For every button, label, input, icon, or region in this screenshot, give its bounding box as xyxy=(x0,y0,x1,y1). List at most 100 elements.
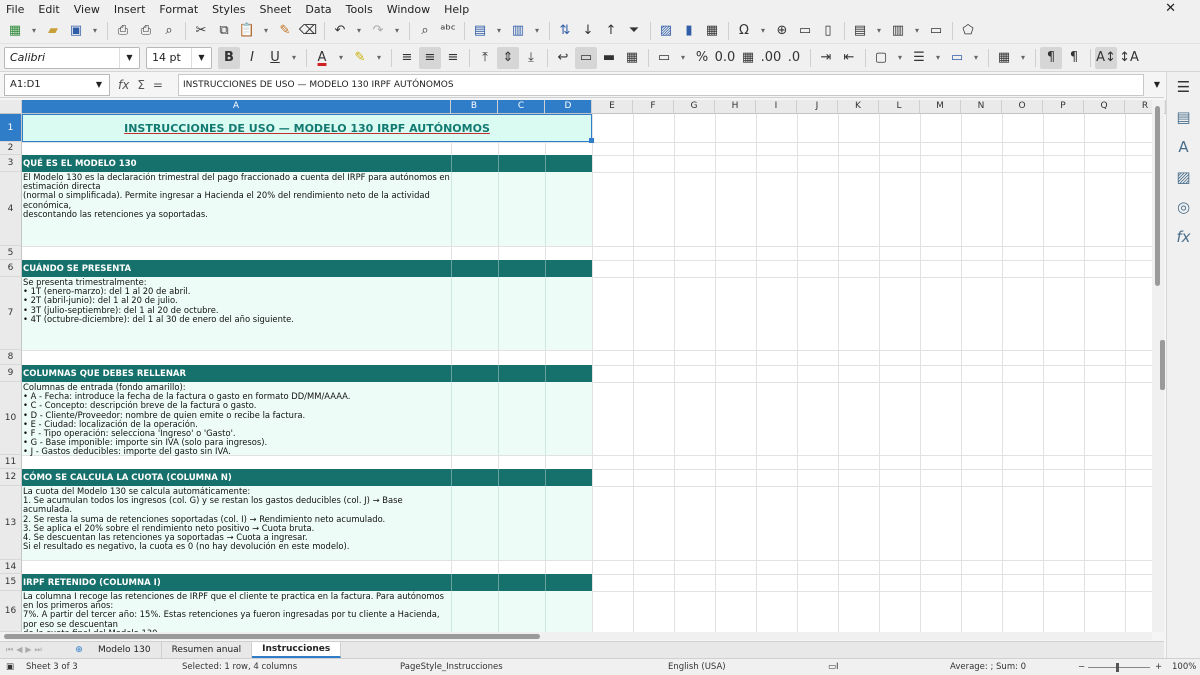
unmerge-cells-icon[interactable]: ▦ xyxy=(621,47,643,69)
zoom-slider[interactable] xyxy=(1088,667,1150,668)
status-language[interactable]: English (USA) xyxy=(668,662,726,672)
comment-icon[interactable]: ▭ xyxy=(794,20,816,42)
define-print-area-icon[interactable]: ▤ xyxy=(849,20,871,42)
column-header-h[interactable]: H xyxy=(715,100,756,114)
selection-fill-handle[interactable] xyxy=(589,138,594,143)
row-header-11[interactable]: 11 xyxy=(0,455,22,469)
menu-format[interactable]: Format xyxy=(159,3,198,16)
section-header-cell[interactable]: CÓMO SE CALCULA LA CUOTA (COLUMNA N) xyxy=(22,469,592,486)
formula-icon[interactable]: = xyxy=(153,78,163,92)
insert-chart-icon[interactable]: ▮ xyxy=(678,20,700,42)
menu-tools[interactable]: Tools xyxy=(346,3,373,16)
chevron-down-icon[interactable]: ▼ xyxy=(191,47,211,68)
borders-icon[interactable]: ▢ xyxy=(870,47,892,69)
sidebar-collapse-handle[interactable] xyxy=(1160,340,1165,390)
row-header-15[interactable]: 15 xyxy=(0,574,22,591)
status-page-style[interactable]: PageStyle_Instrucciones xyxy=(400,662,503,672)
print-preview-icon[interactable]: ⌕ xyxy=(158,20,180,42)
row-header-10[interactable]: 10 xyxy=(0,382,22,455)
column-header-e[interactable]: E xyxy=(592,100,633,114)
currency-format-icon[interactable]: ▭ xyxy=(653,47,675,69)
close-document-icon[interactable]: ✕ xyxy=(1165,1,1176,16)
border-color-dropdown-icon[interactable]: ▾ xyxy=(969,47,983,69)
last-sheet-icon[interactable]: ⏭ xyxy=(35,645,42,655)
document-modified-icon[interactable]: ▣ xyxy=(6,662,14,672)
section-header-cell[interactable]: COLUMNAS QUE DEBES RELLENAR xyxy=(22,365,592,382)
sum-icon[interactable]: Σ xyxy=(137,78,145,92)
align-top-icon[interactable]: ⤒ xyxy=(474,47,496,69)
add-sheet-icon[interactable]: ⊕ xyxy=(70,645,88,655)
row-header-14[interactable]: 14 xyxy=(0,560,22,574)
font-name-combo[interactable]: Calibri ▼ xyxy=(4,46,140,69)
text-flow-vertical-icon[interactable]: ↕A xyxy=(1118,47,1140,69)
freeze-dropdown-icon[interactable]: ▾ xyxy=(910,20,924,42)
column-header-i[interactable]: I xyxy=(756,100,797,114)
row-header-3[interactable]: 3 xyxy=(0,155,22,172)
print-icon[interactable]: ⎙ xyxy=(135,20,157,42)
tab-modelo-130[interactable]: Modelo 130 xyxy=(88,642,162,658)
vertical-scroll-thumb[interactable] xyxy=(1155,106,1160,286)
underline-icon[interactable]: U xyxy=(264,47,286,69)
save-icon[interactable]: ▣ xyxy=(65,20,87,42)
section-body-cell[interactable]: Columnas de entrada (fondo amarillo): • … xyxy=(22,382,592,456)
menu-sheet[interactable]: Sheet xyxy=(260,3,292,16)
row-icon[interactable]: ▤ xyxy=(469,20,491,42)
styles-icon[interactable]: A xyxy=(1178,138,1188,156)
open-folder-icon[interactable]: ▰ xyxy=(42,20,64,42)
section-header-cell[interactable]: IRPF RETENIDO (COLUMNA I) xyxy=(22,574,592,591)
column-header-d[interactable]: D xyxy=(545,100,592,114)
column-header-o[interactable]: O xyxy=(1002,100,1043,114)
conditional-format-icon[interactable]: ▦ xyxy=(993,47,1015,69)
increase-indent-icon[interactable]: ⇥ xyxy=(815,47,837,69)
formula-input[interactable]: INSTRUCCIONES DE USO — MODELO 130 IRPF A… xyxy=(178,73,1144,96)
currency-dropdown-icon[interactable]: ▾ xyxy=(676,47,690,69)
column-header-j[interactable]: J xyxy=(797,100,838,114)
clear-formatting-icon[interactable]: ⌫ xyxy=(297,20,319,42)
row-header-2[interactable]: 2 xyxy=(0,142,22,155)
row-header-8[interactable]: 8 xyxy=(0,350,22,365)
percent-format-icon[interactable]: % xyxy=(691,47,713,69)
column-header-c[interactable]: C xyxy=(498,100,545,114)
italic-icon[interactable]: I xyxy=(241,47,263,69)
find-replace-icon[interactable]: ⌕ xyxy=(414,20,436,42)
section-header-cell[interactable]: QUÉ ES EL MODELO 130 xyxy=(22,155,592,172)
align-center-icon[interactable]: ≡ xyxy=(419,46,441,69)
highlight-dropdown-icon[interactable]: ▾ xyxy=(372,47,386,69)
column-header-k[interactable]: K xyxy=(838,100,879,114)
borders-dropdown-icon[interactable]: ▾ xyxy=(893,47,907,69)
chevron-down-icon[interactable]: ▼ xyxy=(89,80,109,89)
column-header-n[interactable]: N xyxy=(961,100,1002,114)
row-header-13[interactable]: 13 xyxy=(0,486,22,560)
insert-image-icon[interactable]: ▨ xyxy=(655,20,677,42)
merge-cells-icon[interactable]: ▬ xyxy=(598,47,620,69)
align-bottom-icon[interactable]: ⤓ xyxy=(520,47,542,69)
status-zoom[interactable]: 100% xyxy=(1172,662,1196,672)
name-box[interactable]: A1:D1 ▼ xyxy=(4,73,110,96)
underline-dropdown-icon[interactable]: ▾ xyxy=(287,47,301,69)
text-flow-horizontal-icon[interactable]: A↕ xyxy=(1095,46,1117,69)
row-dropdown-icon[interactable]: ▾ xyxy=(492,20,506,42)
tab-resumen-anual[interactable]: Resumen anual xyxy=(162,642,253,658)
zoom-in-icon[interactable]: + xyxy=(1155,662,1162,672)
column-header-q[interactable]: Q xyxy=(1084,100,1125,114)
sort-descending-icon[interactable]: ↑ xyxy=(600,20,622,42)
paste-dropdown-icon[interactable]: ▾ xyxy=(259,20,273,42)
date-format-icon[interactable]: ▦ xyxy=(737,47,759,69)
new-document-icon[interactable]: ▦ xyxy=(4,20,26,42)
number-format-icon[interactable]: 0.0 xyxy=(714,47,736,69)
split-window-icon[interactable]: ▭ xyxy=(925,20,947,42)
column-header-p[interactable]: P xyxy=(1043,100,1084,114)
wrap-text-icon[interactable]: ↩ xyxy=(552,47,574,69)
row-header-1[interactable]: 1 xyxy=(0,114,22,142)
pivot-table-icon[interactable]: ▦ xyxy=(701,20,723,42)
sort-ascending-icon[interactable]: ↓ xyxy=(577,20,599,42)
column-icon[interactable]: ▥ xyxy=(507,20,529,42)
undo-icon[interactable]: ↶ xyxy=(329,20,351,42)
horizontal-scroll-thumb[interactable] xyxy=(4,634,540,639)
redo-icon[interactable]: ↷ xyxy=(367,20,389,42)
section-body-cell[interactable]: Se presenta trimestralmente: • 1T (enero… xyxy=(22,277,592,350)
decrease-indent-icon[interactable]: ⇤ xyxy=(838,47,860,69)
column-header-a[interactable]: A xyxy=(22,100,451,114)
print-area-dropdown-icon[interactable]: ▾ xyxy=(872,20,886,42)
special-character-icon[interactable]: Ω xyxy=(733,20,755,42)
